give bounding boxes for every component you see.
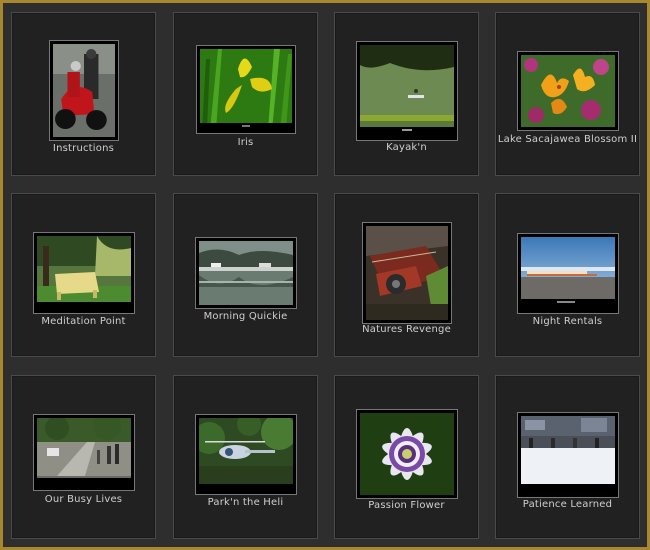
- thumbnail-passion-flower[interactable]: [355, 409, 458, 499]
- gallery-item-title[interactable]: Kayak'n: [335, 142, 478, 153]
- gallery-item-night-rentals[interactable]: Night Rentals: [495, 193, 640, 357]
- thumbnail-our-busy-lives[interactable]: [32, 414, 135, 491]
- gallery-frame: Instructions Iris Kayak'n Lake Sacajawea…: [0, 0, 650, 550]
- thumbnail-natures-revenge[interactable]: [361, 222, 452, 324]
- gallery-item-title[interactable]: Patience Learned: [496, 499, 639, 510]
- gallery-item-natures-revenge[interactable]: Natures Revenge: [334, 193, 479, 357]
- gallery-item-title[interactable]: Iris: [174, 137, 317, 148]
- thumbnail-lake-sacajawea-blossom-ii[interactable]: [516, 51, 619, 131]
- gallery-item-meditation-point[interactable]: Meditation Point: [11, 193, 156, 357]
- thumbnail-morning-quickie[interactable]: [194, 237, 297, 309]
- thumbnail-iris[interactable]: [195, 45, 296, 134]
- thumbnail-parkn-the-heli[interactable]: [194, 414, 297, 495]
- gallery-item-title[interactable]: Passion Flower: [335, 500, 478, 511]
- thumbnail-night-rentals[interactable]: [516, 233, 619, 314]
- gallery-item-instructions[interactable]: Instructions: [11, 12, 156, 176]
- gallery-item-title[interactable]: Meditation Point: [12, 316, 155, 327]
- thumbnail-meditation-point[interactable]: [32, 232, 135, 314]
- gallery-item-iris[interactable]: Iris: [173, 12, 318, 176]
- gallery-item-title[interactable]: Instructions: [12, 143, 155, 154]
- gallery-item-passion-flower[interactable]: Passion Flower: [334, 375, 479, 539]
- gallery-item-kayakn[interactable]: Kayak'n: [334, 12, 479, 176]
- gallery-item-title[interactable]: Our Busy Lives: [12, 494, 155, 505]
- gallery-item-patience-learned[interactable]: Patience Learned: [495, 375, 640, 539]
- gallery-item-our-busy-lives[interactable]: Our Busy Lives: [11, 375, 156, 539]
- thumbnail-kayakn[interactable]: [355, 41, 458, 141]
- thumbnail-instructions[interactable]: [48, 40, 119, 141]
- gallery-item-title[interactable]: Lake Sacajawea Blossom II: [496, 134, 639, 145]
- gallery-item-morning-quickie[interactable]: Morning Quickie: [173, 193, 318, 357]
- gallery-item-parkn-the-heli[interactable]: Park'n the Heli: [173, 375, 318, 539]
- gallery-item-title[interactable]: Natures Revenge: [335, 324, 478, 335]
- gallery-item-title[interactable]: Morning Quickie: [174, 311, 317, 322]
- gallery-item-lake-sacajawea-blossom-ii[interactable]: Lake Sacajawea Blossom II: [495, 12, 640, 176]
- gallery-item-title[interactable]: Night Rentals: [496, 316, 639, 327]
- thumbnail-patience-learned[interactable]: [516, 412, 619, 498]
- gallery-item-title[interactable]: Park'n the Heli: [174, 497, 317, 508]
